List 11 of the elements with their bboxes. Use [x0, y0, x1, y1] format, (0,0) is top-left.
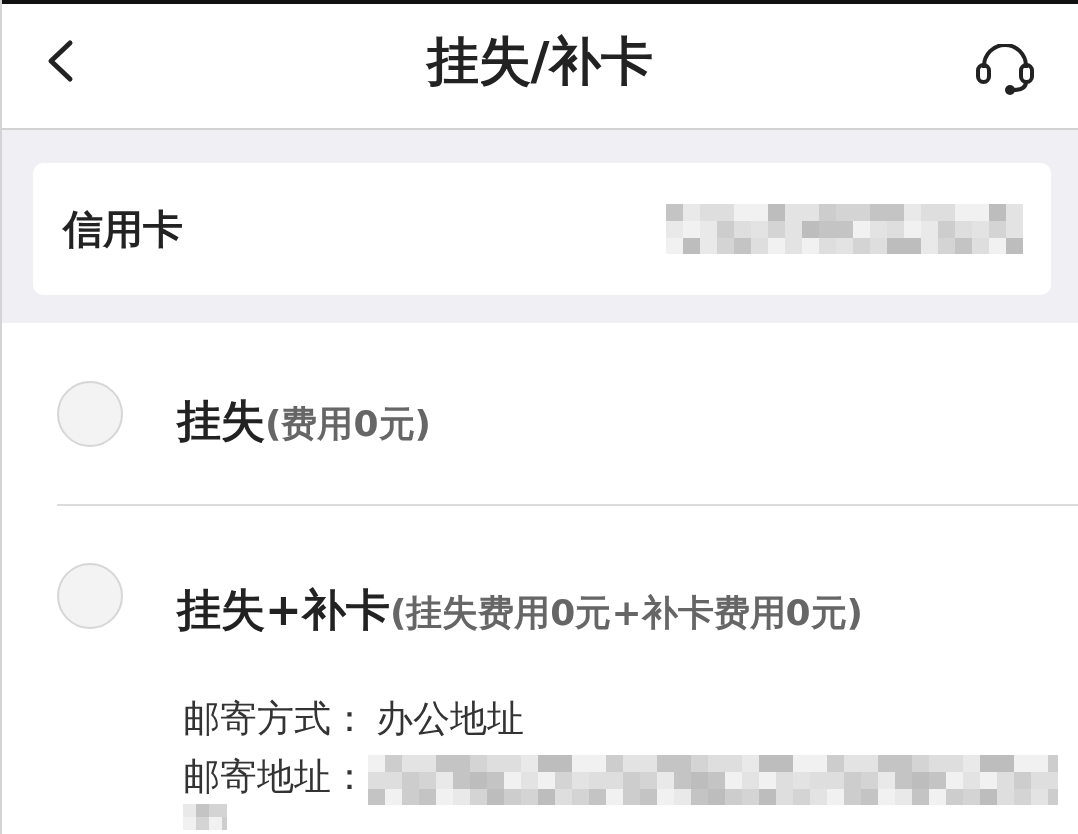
detail-value: 办公地址 [376, 696, 524, 742]
page-title: 挂失/补卡 [426, 30, 654, 93]
option-title: 挂失 [177, 394, 265, 448]
detail-label: 邮寄方式： [183, 696, 368, 742]
card-type-label: 信用卡 [63, 204, 183, 254]
option-fee: (挂失费用0元+补卡费用0元) [389, 591, 864, 635]
detail-label: 邮寄地址： [183, 754, 368, 800]
headset-icon [975, 44, 1035, 96]
customer-service-button[interactable] [975, 44, 1035, 96]
option-fee: (费用0元) [265, 402, 431, 446]
option-title: 挂失+补卡 [177, 583, 390, 637]
